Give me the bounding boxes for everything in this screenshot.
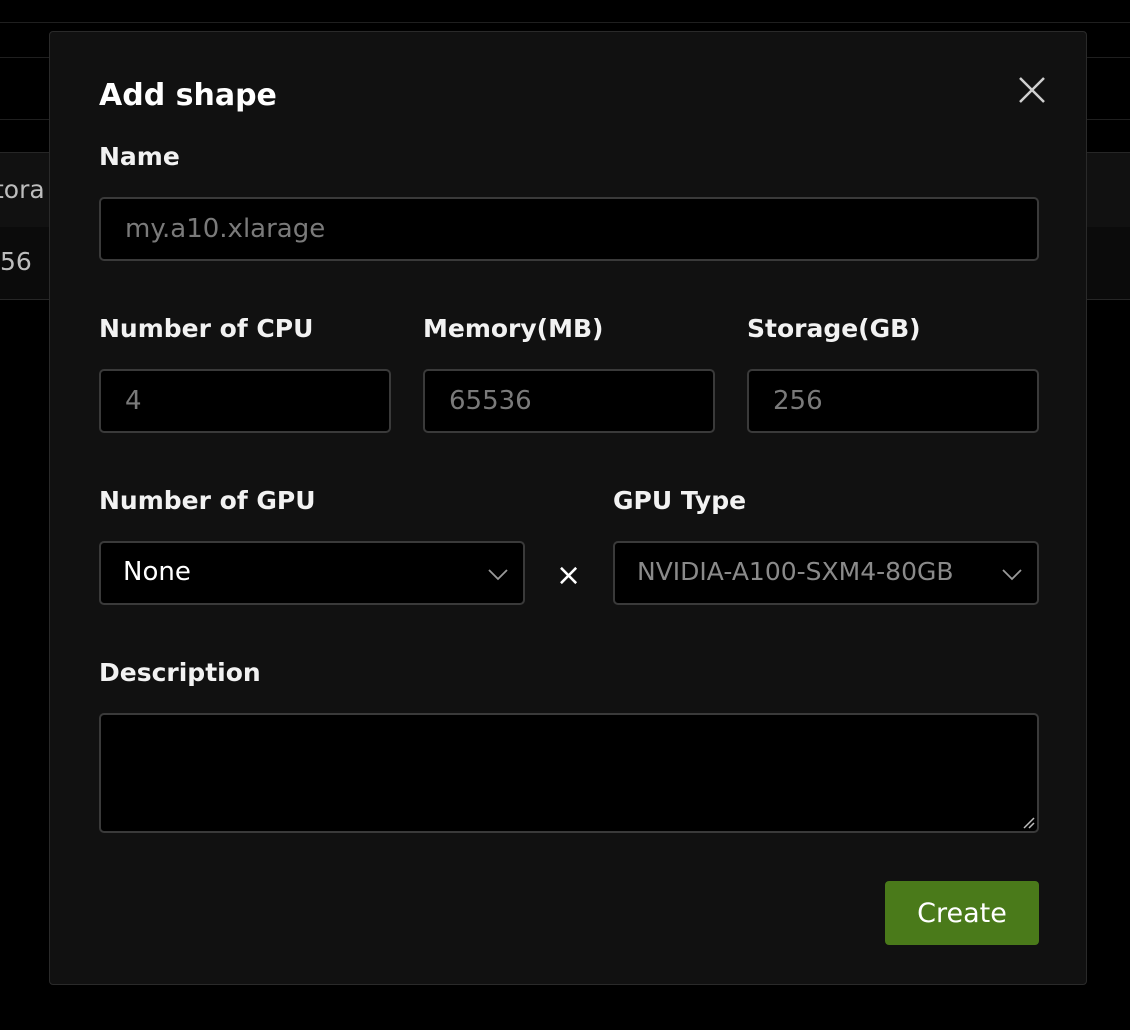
dialog-title: Add shape — [99, 78, 277, 113]
cpu-field-wrapper — [99, 369, 391, 433]
gpu-type-select[interactable]: NVIDIA-A100-SXM4-80GB — [613, 541, 1039, 605]
bg-header-cell: tora — [0, 175, 45, 204]
memory-input[interactable] — [425, 371, 713, 431]
name-field-wrapper — [99, 197, 1039, 261]
bg-row-cell: 56 — [0, 247, 32, 276]
storage-input[interactable] — [749, 371, 1037, 431]
gpu-type-value: NVIDIA-A100-SXM4-80GB — [637, 557, 954, 586]
bg-divider — [0, 22, 1130, 23]
add-shape-dialog: Add shape Name Number of CPU Memory(MB) … — [49, 31, 1087, 985]
close-icon[interactable] — [1014, 72, 1050, 108]
name-input[interactable] — [101, 199, 1037, 259]
gpu-type-label: GPU Type — [613, 486, 747, 515]
gpu-count-value: None — [123, 557, 191, 587]
resize-grip-icon[interactable] — [1021, 815, 1035, 829]
description-textarea[interactable] — [99, 713, 1039, 833]
memory-label: Memory(MB) — [423, 314, 604, 343]
create-button[interactable]: Create — [885, 881, 1039, 945]
gpu-count-label: Number of GPU — [99, 486, 316, 515]
cpu-label: Number of CPU — [99, 314, 314, 343]
chevron-down-icon — [488, 569, 508, 581]
storage-label: Storage(GB) — [747, 314, 921, 343]
chevron-down-icon — [1002, 569, 1022, 581]
name-label: Name — [99, 142, 180, 171]
multiply-symbol: × — [556, 558, 582, 593]
cpu-input[interactable] — [101, 371, 389, 431]
gpu-count-select[interactable]: None — [99, 541, 525, 605]
memory-field-wrapper — [423, 369, 715, 433]
storage-field-wrapper — [747, 369, 1039, 433]
description-label: Description — [99, 658, 261, 687]
